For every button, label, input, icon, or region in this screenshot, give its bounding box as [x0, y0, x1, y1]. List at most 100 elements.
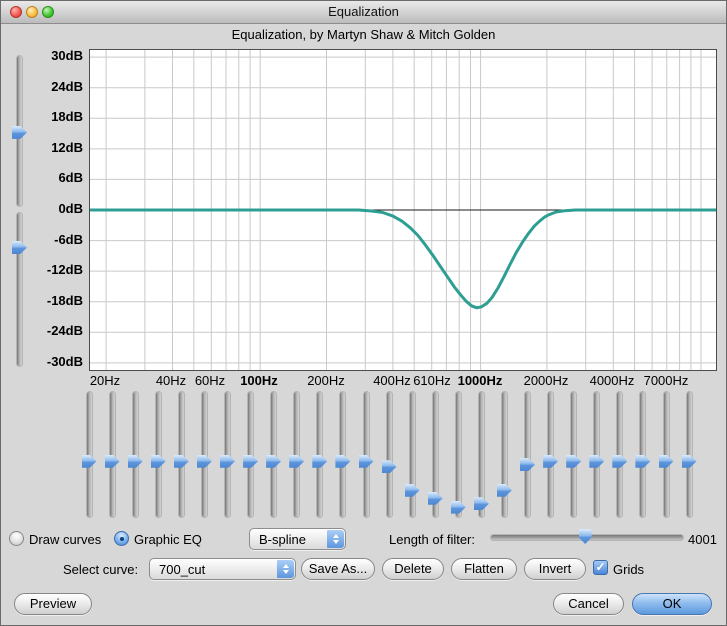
eq-band-slider-21[interactable] — [543, 392, 559, 517]
draw-curves-label[interactable]: Draw curves — [29, 532, 101, 547]
slider-track[interactable] — [317, 392, 323, 517]
slider-track[interactable] — [178, 392, 184, 517]
select-curve-dropdown[interactable]: 700_cut — [149, 558, 296, 580]
slider-thumb[interactable] — [81, 454, 97, 468]
slider-track[interactable] — [363, 392, 369, 517]
slider-track[interactable] — [548, 392, 554, 517]
eq-band-slider-23[interactable] — [589, 392, 605, 517]
slider-track[interactable] — [663, 392, 669, 517]
slider-track[interactable] — [248, 392, 254, 517]
slider-track[interactable] — [271, 392, 277, 517]
eq-band-slider-24[interactable] — [612, 392, 628, 517]
eq-band-slider-6[interactable] — [196, 392, 212, 517]
eq-band-slider-1[interactable] — [81, 392, 97, 517]
slider-thumb[interactable] — [335, 454, 351, 468]
eq-band-slider-8[interactable] — [243, 392, 259, 517]
slider-track[interactable] — [594, 392, 600, 517]
eq-band-slider-13[interactable] — [358, 392, 374, 517]
eq-band-slider-25[interactable] — [635, 392, 651, 517]
invert-button[interactable]: Invert — [524, 558, 586, 580]
slider-track[interactable] — [109, 392, 115, 517]
eq-band-slider-18[interactable] — [473, 392, 489, 517]
slider-thumb[interactable] — [381, 460, 397, 474]
slider-thumb[interactable] — [220, 454, 235, 468]
slider-track[interactable] — [525, 392, 530, 517]
slider-thumb[interactable] — [473, 497, 489, 511]
slider-thumb[interactable] — [427, 491, 443, 505]
eq-band-slider-22[interactable] — [566, 392, 582, 517]
slider-thumb[interactable] — [127, 454, 143, 468]
slider-thumb[interactable] — [266, 454, 282, 468]
graphic-eq-label[interactable]: Graphic EQ — [134, 532, 202, 547]
interpolation-dropdown[interactable]: B-spline — [249, 528, 346, 550]
db-range-min-slider[interactable] — [12, 213, 27, 366]
eq-band-slider-19[interactable] — [496, 392, 512, 517]
eq-band-slider-17[interactable] — [450, 392, 466, 517]
slider-track[interactable] — [640, 392, 646, 517]
eq-band-slider-4[interactable] — [150, 392, 166, 517]
slider-track[interactable] — [455, 392, 461, 517]
graphic-eq-radio[interactable] — [114, 531, 129, 546]
save-as-button[interactable]: Save As... — [301, 558, 375, 580]
draw-curves-radio[interactable] — [9, 531, 24, 546]
slider-track[interactable] — [17, 213, 22, 366]
slider-track[interactable] — [501, 392, 507, 517]
eq-band-slider-26[interactable] — [658, 392, 674, 517]
slider-track[interactable] — [225, 392, 230, 517]
eq-band-slider-20[interactable] — [520, 392, 535, 517]
eq-band-slider-16[interactable] — [427, 392, 443, 517]
eq-band-slider-27[interactable] — [681, 392, 697, 517]
slider-thumb[interactable] — [12, 241, 27, 254]
slider-track[interactable] — [86, 392, 92, 517]
eq-plot[interactable] — [90, 50, 716, 370]
slider-thumb[interactable] — [404, 483, 420, 497]
eq-band-slider-5[interactable] — [173, 392, 189, 517]
slider-thumb[interactable] — [566, 454, 582, 468]
preview-button[interactable]: Preview — [14, 593, 92, 615]
slider-thumb[interactable] — [635, 454, 651, 468]
eq-curve[interactable] — [90, 208, 716, 310]
eq-band-slider-14[interactable] — [381, 392, 397, 517]
eq-band-slider-11[interactable] — [312, 392, 328, 517]
slider-thumb[interactable] — [289, 454, 305, 468]
zoom-button[interactable] — [42, 6, 54, 18]
slider-thumb[interactable] — [312, 454, 328, 468]
close-button[interactable] — [10, 6, 22, 18]
slider-track[interactable] — [409, 392, 415, 517]
slider-thumb[interactable] — [150, 454, 166, 468]
slider-thumb[interactable] — [681, 454, 697, 468]
slider-track[interactable] — [386, 392, 392, 517]
eq-band-slider-15[interactable] — [404, 392, 420, 517]
slider-thumb[interactable] — [243, 454, 259, 468]
slider-thumb[interactable] — [104, 454, 120, 468]
eq-graph[interactable] — [89, 49, 717, 371]
slider-thumb[interactable] — [450, 500, 466, 514]
slider-thumb[interactable] — [12, 125, 27, 139]
db-range-max-slider[interactable] — [12, 56, 27, 206]
slider-track[interactable] — [686, 392, 692, 517]
slider-thumb[interactable] — [658, 454, 674, 468]
eq-band-slider-12[interactable] — [335, 392, 351, 517]
slider-thumb[interactable] — [358, 454, 374, 468]
eq-band-slider-9[interactable] — [266, 392, 282, 517]
slider-thumb[interactable] — [520, 458, 535, 472]
slider-track[interactable] — [155, 392, 161, 517]
delete-button[interactable]: Delete — [382, 558, 444, 580]
grids-label[interactable]: Grids — [613, 562, 644, 577]
slider-track[interactable] — [340, 392, 346, 517]
window-titlebar[interactable]: Equalization — [1, 1, 726, 24]
eq-band-slider-7[interactable] — [220, 392, 235, 517]
slider-track[interactable] — [294, 392, 300, 517]
eq-band-slider-3[interactable] — [127, 392, 143, 517]
eq-band-slider-2[interactable] — [104, 392, 120, 517]
slider-track[interactable] — [571, 392, 577, 517]
slider-thumb[interactable] — [496, 483, 512, 497]
slider-track[interactable] — [132, 392, 138, 517]
flatten-button[interactable]: Flatten — [451, 558, 517, 580]
ok-button[interactable]: OK — [632, 593, 712, 615]
slider-track[interactable] — [201, 392, 207, 517]
slider-track[interactable] — [617, 392, 623, 517]
minimize-button[interactable] — [26, 6, 38, 18]
slider-thumb[interactable] — [589, 454, 605, 468]
slider-thumb[interactable] — [543, 454, 559, 468]
